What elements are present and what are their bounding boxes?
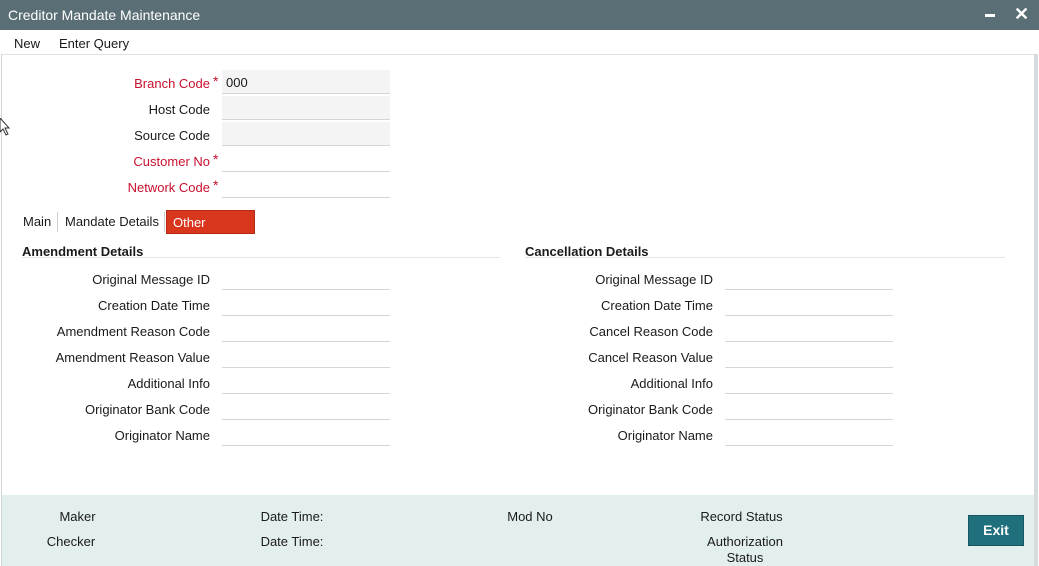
section-divider — [22, 257, 500, 258]
host-code-label: Host Code — [148, 102, 210, 117]
record-status-label: Record Status — [700, 509, 783, 524]
amendment-reason-code-field[interactable] — [222, 318, 390, 342]
tab-separator — [57, 212, 58, 232]
cancel-reason-value-label: Cancel Reason Value — [588, 350, 713, 365]
customer-no-label: Customer No — [133, 154, 210, 169]
mod-no-label: Mod No — [507, 509, 553, 524]
title-bar: Creditor Mandate Maintenance ✕ — [0, 0, 1039, 30]
amend-additional-info-label: Additional Info — [127, 376, 210, 391]
window-title: Creditor Mandate Maintenance — [8, 7, 201, 23]
amend-originator-bank-code-label: Originator Bank Code — [84, 402, 210, 417]
section-divider — [525, 257, 1005, 258]
required-mark: * — [213, 177, 219, 193]
branch-code-value: 000 — [226, 75, 248, 90]
source-code-field[interactable] — [222, 122, 390, 146]
checker-label: Checker — [46, 534, 96, 549]
cancel-creation-date-time-label: Creation Date Time — [601, 298, 713, 313]
cancel-originator-name-field[interactable] — [725, 422, 893, 446]
tab-other-details[interactable]: Other Details — [166, 210, 255, 254]
menu-new[interactable]: New — [14, 36, 40, 51]
tab-mandate-details[interactable]: Mandate Details — [59, 210, 165, 234]
cancel-reason-value-field[interactable] — [725, 344, 893, 368]
tab-separator — [164, 212, 165, 232]
required-mark: * — [213, 73, 219, 89]
cancel-original-message-id-field[interactable] — [725, 266, 893, 290]
cancel-additional-info-label: Additional Info — [630, 376, 713, 391]
network-code-label: Network Code — [127, 180, 210, 195]
cancel-originator-bank-code-label: Originator Bank Code — [587, 402, 713, 417]
maker-date-time-label: Date Time: — [260, 509, 324, 524]
amendment-reason-code-label: Amendment Reason Code — [56, 324, 210, 339]
amend-creation-date-time-field[interactable] — [222, 292, 390, 316]
amendment-reason-value-label: Amendment Reason Value — [55, 350, 210, 365]
amend-additional-info-field[interactable] — [222, 370, 390, 394]
amend-creation-date-time-label: Creation Date Time — [98, 298, 210, 313]
audit-footer — [2, 495, 1034, 566]
amendment-reason-value-field[interactable] — [222, 344, 390, 368]
network-code-field[interactable] — [222, 174, 390, 198]
cancel-reason-code-field[interactable] — [725, 318, 893, 342]
amend-original-message-id-field[interactable] — [222, 266, 390, 290]
exit-button[interactable]: Exit — [968, 515, 1024, 546]
checker-date-time-label: Date Time: — [260, 534, 324, 549]
amend-originator-bank-code-field[interactable] — [222, 396, 390, 420]
cancel-creation-date-time-field[interactable] — [725, 292, 893, 316]
scrollbar[interactable] — [1034, 54, 1038, 566]
customer-no-field[interactable] — [222, 148, 390, 172]
cancel-additional-info-field[interactable] — [725, 370, 893, 394]
close-icon[interactable]: ✕ — [1014, 5, 1029, 23]
menu-enter-query[interactable]: Enter Query — [59, 36, 129, 51]
maker-label: Maker — [59, 509, 96, 524]
cancel-original-message-id-label: Original Message ID — [595, 272, 713, 287]
minimize-icon[interactable] — [985, 14, 995, 17]
tab-main[interactable]: Main — [17, 210, 57, 234]
cancel-originator-bank-code-field[interactable] — [725, 396, 893, 420]
source-code-label: Source Code — [134, 128, 210, 143]
cancel-originator-name-label: Originator Name — [617, 428, 713, 443]
amend-originator-name-label: Originator Name — [114, 428, 210, 443]
menu-bar: New Enter Query — [2, 30, 1035, 55]
branch-code-label: Branch Code — [134, 76, 210, 91]
cancel-reason-code-label: Cancel Reason Code — [589, 324, 713, 339]
amend-originator-name-field[interactable] — [222, 422, 390, 446]
branch-code-field[interactable]: 000 — [222, 70, 390, 94]
required-mark: * — [213, 151, 219, 167]
host-code-field[interactable] — [222, 96, 390, 120]
authorization-status-label: Authorization Status — [707, 534, 783, 565]
cursor-icon — [0, 118, 10, 136]
amend-original-message-id-label: Original Message ID — [92, 272, 210, 287]
